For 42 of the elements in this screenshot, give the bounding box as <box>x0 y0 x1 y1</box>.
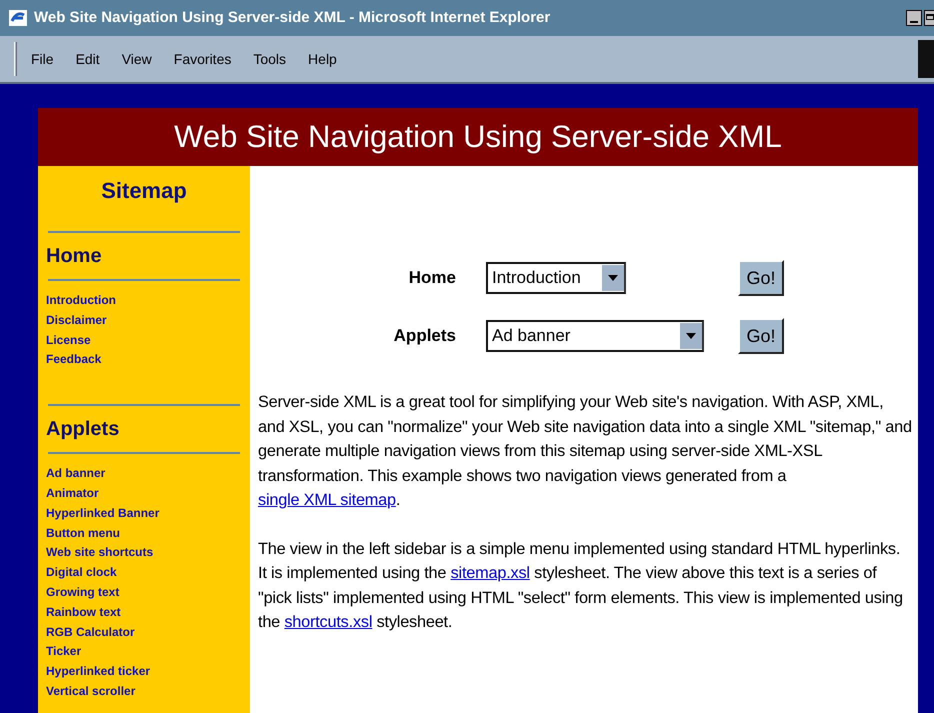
window-title: Web Site Navigation Using Server-side XML - Microsoft Internet Explorer <box>34 8 550 28</box>
sidebar-link[interactable]: License <box>46 330 91 350</box>
menu-item[interactable]: View <box>122 48 152 70</box>
go-button[interactable]: Go! <box>738 260 784 296</box>
sidebar-link[interactable]: RGB Calculator <box>46 622 135 642</box>
pick-list-label: Applets <box>392 325 456 348</box>
paragraph: The view in the left sidebar is a simple menu implemented using standard HTML hyperlinks. It is implemented using the sitemap.xsl stylesheet. The view above this text is a series of "pick lists" implemented using HTML "select" form elements. This view is implemented using the shortcuts.xsl stylesheet. <box>258 538 904 633</box>
maximize-button[interactable] <box>924 10 934 26</box>
sidebar-link[interactable]: Vertical scroller <box>46 682 136 702</box>
browser-logo <box>918 40 934 78</box>
sidebar-link[interactable]: Animator <box>46 484 99 504</box>
sidebar-link[interactable]: Feedback <box>46 350 102 370</box>
link[interactable]: sitemap.xsl <box>450 564 530 582</box>
menu-item[interactable]: Tools <box>253 48 286 70</box>
menu-item[interactable]: Help <box>308 48 337 70</box>
sidebar-link[interactable]: Hyperlinked Banner <box>46 504 160 524</box>
sidebar-link[interactable]: Introduction <box>46 291 116 311</box>
pick-list-label: Home <box>408 267 456 290</box>
sidebar-link[interactable]: Ticker <box>46 642 82 662</box>
page-heading: Web Site Navigation Using Server-side XML <box>38 108 918 166</box>
sidebar-title: Sitemap <box>100 177 188 205</box>
dropdown[interactable]: Introduction <box>486 262 626 294</box>
dropdown[interactable]: Ad banner <box>486 320 704 352</box>
sidebar-link[interactable]: Growing text <box>46 582 120 603</box>
link[interactable]: shortcuts.xsl <box>284 613 372 631</box>
sidebar-link[interactable]: Hyperlinked ticker <box>46 662 150 682</box>
paragraph: Server-side XML is a great tool for simplifying your Web site's navigation. With ASP, XML, and XSL, you can "normalize" your Web site navigation data into a single XML "sitemap," and generate multiple navigation views from this sitemap using server-side XML-XSL transformation. This example shows two navigation views generated from a single XML sitemap. <box>258 392 912 511</box>
sidebar-link[interactable]: Rainbow text <box>46 602 121 623</box>
sidebar-link[interactable]: Ad banner <box>46 464 106 484</box>
menu-item[interactable]: Edit <box>76 48 100 70</box>
browser-icon <box>8 9 28 27</box>
minimize-button[interactable] <box>906 10 922 26</box>
sidebar-link[interactable]: Button menu <box>46 524 120 544</box>
sidebar-link[interactable]: Digital clock <box>46 563 117 583</box>
section-heading: Applets <box>46 417 120 442</box>
sidebar-link[interactable]: Disclaimer <box>46 310 107 331</box>
go-button[interactable]: Go! <box>738 318 784 354</box>
section-heading: Home <box>46 244 103 269</box>
menu-item[interactable]: Favorites <box>174 48 232 70</box>
link[interactable]: single XML sitemap <box>258 491 396 509</box>
menu-item[interactable]: File <box>31 48 54 70</box>
sidebar-link[interactable]: Web site shortcuts <box>46 543 154 564</box>
